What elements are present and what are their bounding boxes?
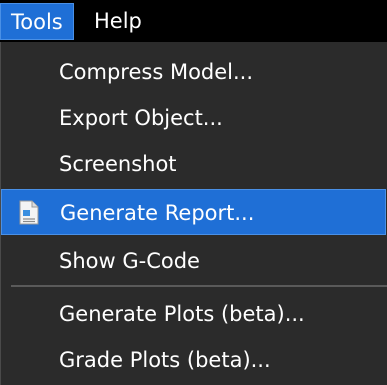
menu-item-label: Generate Plots (beta)...	[59, 302, 305, 326]
menu-item-label: Generate Report...	[60, 201, 255, 225]
menu-separator	[11, 285, 387, 287]
menu-item-label: Grade Plots (beta)...	[59, 348, 271, 372]
menu-item-label: Export Object...	[59, 106, 223, 130]
menu-tools[interactable]: Tools	[0, 3, 74, 40]
menu-item-screenshot[interactable]: Screenshot	[1, 141, 386, 187]
menu-item-show-gcode[interactable]: Show G-Code	[1, 238, 386, 284]
menu-item-grade-plots[interactable]: Grade Plots (beta)...	[1, 337, 386, 383]
menu-item-export-object[interactable]: Export Object...	[1, 95, 386, 141]
menu-item-label: Show G-Code	[59, 249, 200, 273]
menu-item-label: Screenshot	[59, 152, 177, 176]
menu-help[interactable]: Help	[84, 3, 152, 40]
menu-item-generate-plots[interactable]: Generate Plots (beta)...	[1, 291, 386, 337]
menu-item-compress-model[interactable]: Compress Model...	[1, 49, 386, 95]
menu-item-generate-report[interactable]: Generate Report...	[1, 189, 386, 235]
tools-dropdown-menu: Compress Model... Export Object... Scree…	[0, 42, 387, 385]
menu-item-label: Compress Model...	[59, 60, 254, 84]
document-icon	[19, 200, 39, 225]
menu-bar: Tools Help	[0, 0, 387, 42]
